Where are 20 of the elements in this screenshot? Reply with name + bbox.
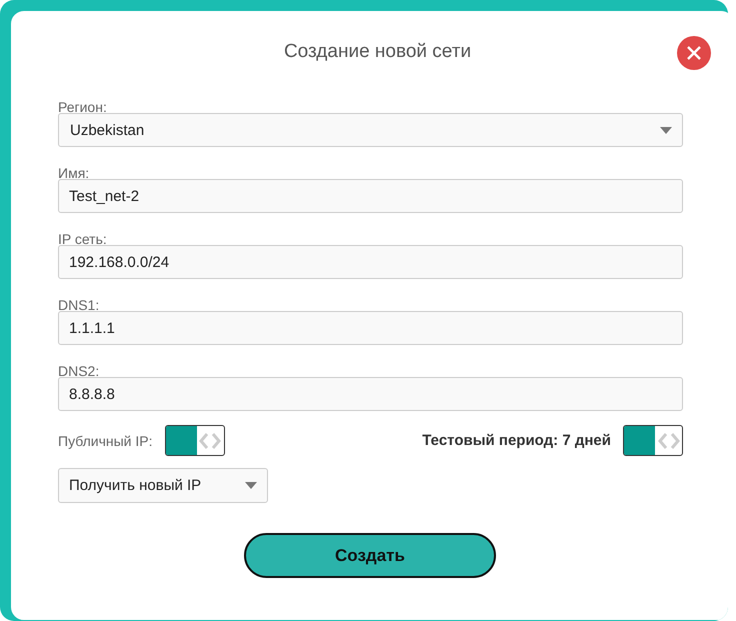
toggle-switch[interactable] (164, 425, 225, 456)
trial-period-label: Тестовый период: 7 дней (422, 432, 611, 449)
caret-icon (245, 482, 257, 489)
chevrons-icon (656, 432, 680, 450)
select-value: Uzbekistan (70, 122, 144, 138)
select-value: Получить новый IP (69, 477, 202, 494)
dialog-title: Создание новой сети (282, 41, 472, 63)
region-select[interactable]: Uzbekistan (58, 113, 683, 147)
close-button[interactable] (677, 36, 711, 70)
caret-icon (660, 126, 672, 134)
public-ip-label: Публичный IP: (58, 432, 153, 448)
create-button[interactable]: Создать (244, 533, 496, 578)
ip-select[interactable]: Получить новый IP (58, 468, 268, 503)
chevrons-icon (198, 432, 222, 450)
input-field[interactable]: 8.8.8.8 (58, 377, 683, 411)
close-icon (686, 45, 702, 61)
input-field[interactable]: 192.168.0.0/24 (58, 245, 683, 279)
toggle-switch[interactable] (623, 425, 683, 456)
input-field[interactable]: Test_net-2 (58, 179, 683, 213)
input-field[interactable]: 1.1.1.1 (58, 311, 683, 345)
